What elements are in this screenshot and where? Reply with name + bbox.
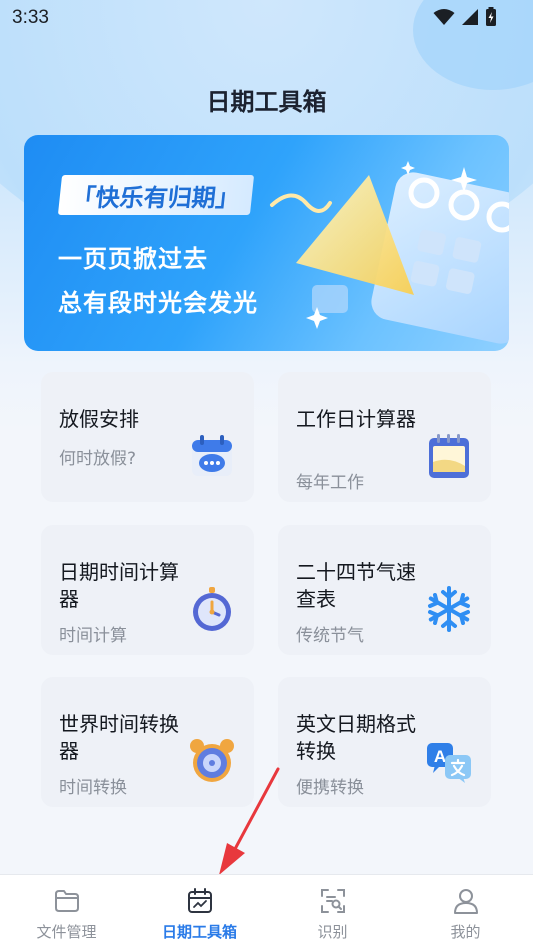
tool-card-title: 放假安排 (59, 407, 139, 431)
annotation-arrow-icon (219, 767, 280, 875)
tool-card-solar-terms[interactable]: 二十四节气速查表 传统节气 (278, 525, 491, 655)
battery-icon (485, 7, 497, 31)
tab-label: 日期工具箱 (161, 923, 237, 941)
tool-card-english-date-format[interactable]: 英文日期格式转换 便携转换 A (278, 677, 491, 807)
banner-tag: 「快乐有归期」 (57, 175, 255, 215)
tab-file-manager[interactable]: 文件管理 (0, 875, 133, 949)
tool-card-subtitle: 便携转换 (296, 778, 364, 798)
snowflake-icon (428, 586, 470, 632)
tool-card-subtitle: 每年工作 (296, 473, 364, 493)
bottom-tab-bar: 文件管理 日期工具箱 识别 我的 (0, 874, 533, 949)
tab-date-toolbox[interactable]: 日期工具箱 (133, 875, 266, 949)
tool-card-title: 世界时间转换器 (59, 712, 179, 763)
signal-icon (461, 8, 479, 30)
tool-card-datetime-calculator[interactable]: 日期时间计算器 时间计算 (41, 525, 254, 655)
page-title: 日期工具箱 (206, 88, 327, 116)
folder-icon (55, 890, 79, 912)
tab-label: 文件管理 (36, 923, 97, 941)
tab-label: 识别 (317, 923, 348, 941)
calendar-note-icon (429, 434, 469, 478)
calendar-tool-icon (188, 888, 212, 913)
scan-icon (321, 889, 345, 913)
tool-card-title: 工作日计算器 (296, 407, 416, 431)
tool-card-subtitle: 时间转换 (59, 778, 127, 798)
wifi-icon (433, 8, 455, 30)
status-time: 3:33 (12, 7, 49, 28)
banner-line-1: 一页页掀过去 (58, 245, 208, 273)
tool-card-workday-calculator[interactable]: 工作日计算器 每年工作 (278, 372, 491, 502)
tool-card-title: 日期时间计算器 (59, 560, 179, 611)
person-icon (454, 889, 478, 914)
tab-recognize[interactable]: 识别 (266, 875, 399, 949)
tool-card-title: 二十四节气速查表 (296, 560, 416, 611)
status-bar: 3:33 (0, 0, 533, 36)
tool-card-subtitle: 何时放假? (59, 449, 137, 469)
tool-card-holiday-schedule[interactable]: 放假安排 何时放假? (41, 372, 254, 502)
tab-label: 我的 (450, 923, 481, 941)
stopwatch-icon (193, 587, 231, 631)
svg-text:A: A (434, 747, 446, 766)
promo-banner[interactable]: 「快乐有归期」 一页页掀过去 总有段时光会发光 (24, 135, 509, 351)
tool-card-subtitle: 传统节气 (296, 626, 364, 646)
calendar-chat-icon (192, 435, 232, 476)
translate-icon: A (427, 743, 471, 783)
tool-card-title: 英文日期格式转换 (296, 712, 416, 763)
tab-mine[interactable]: 我的 (399, 875, 532, 949)
banner-line-2: 总有段时光会发光 (58, 289, 258, 317)
tool-card-subtitle: 时间计算 (59, 626, 127, 646)
